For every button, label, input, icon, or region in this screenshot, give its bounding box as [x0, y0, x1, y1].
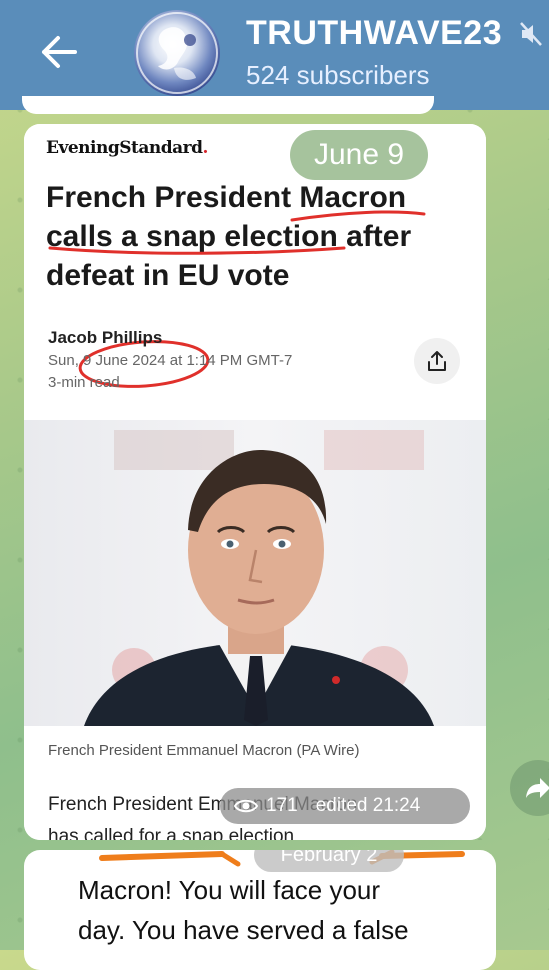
article-read-time: 3-min read: [48, 374, 120, 391]
channel-title[interactable]: TRUTHWAVE23: [246, 14, 502, 53]
channel-header: TRUTHWAVE23 524 subscribers: [0, 0, 549, 110]
back-button[interactable]: [34, 30, 84, 74]
message-meta: 171 edited 21:24: [220, 788, 470, 824]
article-author: Jacob Phillips: [48, 328, 163, 347]
message-bubble-2[interactable]: February 2 Macron! You will face your da…: [24, 850, 496, 970]
subscriber-count: 524 subscribers: [246, 60, 430, 90]
screenshot-image[interactable]: EveningStandard. June 9 French President…: [24, 124, 486, 840]
view-count: 171: [266, 795, 298, 816]
macron-photo: [24, 420, 486, 726]
message-bubble[interactable]: EveningStandard. June 9 French President…: [24, 124, 486, 840]
share-button[interactable]: [414, 338, 460, 384]
previous-message-bubble: [22, 96, 434, 114]
back-arrow-icon: [42, 36, 77, 68]
channel-avatar[interactable]: [134, 10, 220, 96]
photo-caption: French President Emmanuel Macron (PA Wir…: [48, 742, 360, 759]
edited-time: edited 21:24: [315, 795, 421, 816]
post-text: Macron! You will face your day. You have…: [78, 875, 409, 945]
share-icon: [428, 351, 446, 371]
mute-icon[interactable]: [520, 22, 542, 46]
article-dateline: Sun, 9 June 2024 at 1:14 PM GMT-7: [48, 352, 293, 369]
eye-icon: [234, 799, 258, 813]
date-overlay-2: February 2: [254, 850, 404, 872]
forward-icon: [526, 778, 549, 798]
article-body-text-next: has called for a snap election: [48, 826, 295, 840]
screenshot-image-2[interactable]: February 2 Macron! You will face your da…: [42, 850, 478, 970]
